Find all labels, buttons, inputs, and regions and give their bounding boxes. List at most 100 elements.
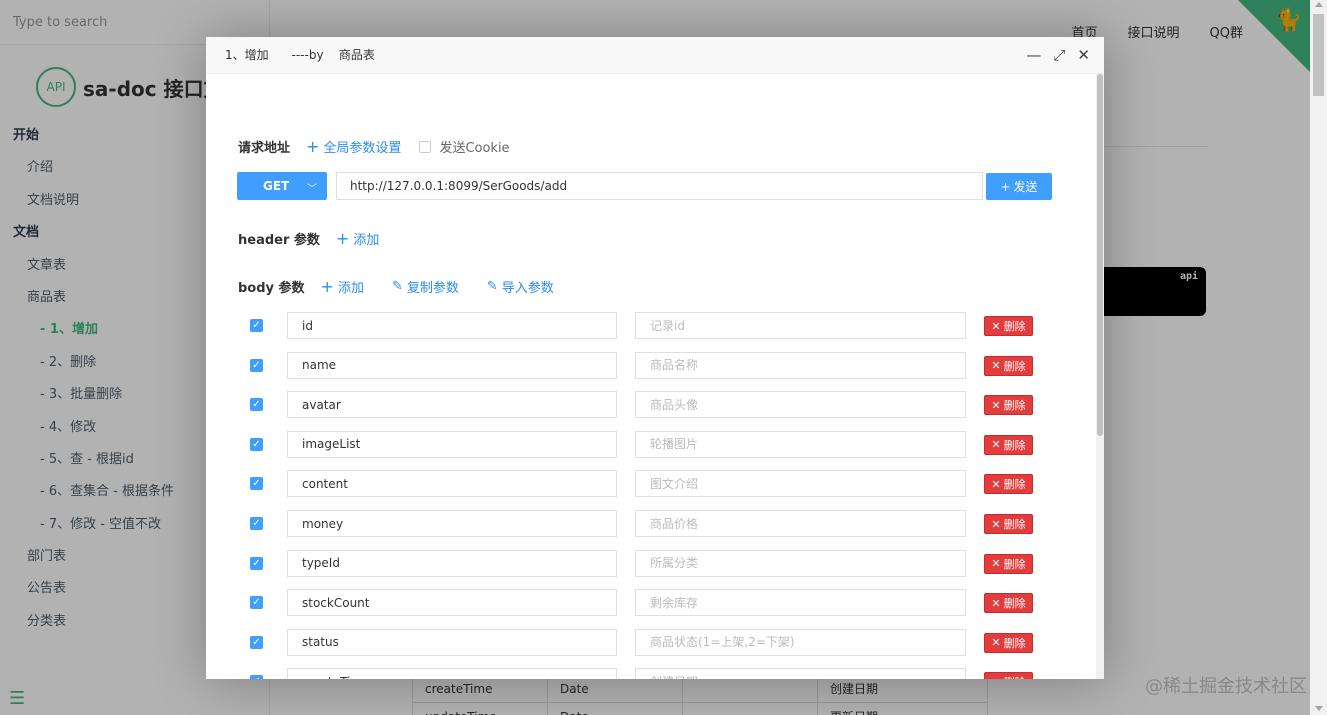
param-checkbox[interactable]: ✓ bbox=[250, 556, 263, 570]
delete-label: 删除 bbox=[1004, 674, 1026, 679]
method-label: GET bbox=[263, 179, 290, 193]
param-name-input[interactable] bbox=[287, 549, 617, 577]
param-row: ✓ ✕删除 bbox=[206, 510, 1096, 538]
param-name-input[interactable] bbox=[287, 668, 617, 679]
param-checkbox[interactable]: ✓ bbox=[250, 517, 263, 530]
delete-label: 删除 bbox=[1003, 478, 1026, 492]
param-row: ✓ ✕删除 bbox=[206, 430, 1096, 459]
global-params-link[interactable]: + 全局参数设置 bbox=[306, 137, 401, 156]
global-params-label: 全局参数设置 bbox=[323, 141, 402, 156]
chevron-down-icon: ﹀ bbox=[307, 184, 317, 195]
copy-params-link[interactable]: ✎ 复制参数 bbox=[392, 277, 459, 296]
param-value-input[interactable] bbox=[635, 430, 966, 458]
plus-icon: + bbox=[1000, 179, 1011, 194]
param-name-input[interactable] bbox=[287, 628, 617, 656]
close-icon: ✕ bbox=[991, 636, 1001, 650]
minimize-icon[interactable]: — bbox=[1026, 47, 1041, 63]
edit-icon: ✎ bbox=[391, 279, 403, 294]
close-icon: ✕ bbox=[991, 319, 1001, 333]
import-params-label: 导入参数 bbox=[501, 281, 554, 296]
param-name-input[interactable] bbox=[287, 312, 617, 339]
watermark: @稀土掘金技术社区 bbox=[1145, 676, 1307, 697]
param-row: ✓ ✕删除 bbox=[206, 549, 1096, 578]
delete-button[interactable]: ✕删除 bbox=[984, 316, 1033, 336]
send-label: 发送 bbox=[1013, 180, 1038, 194]
body-add-label: 添加 bbox=[337, 281, 364, 296]
body-params-row: body 参数 + 添加 ✎ 复制参数 ✎ 导入参数 bbox=[238, 277, 554, 296]
param-row: ✓ ✕删除 bbox=[206, 668, 1096, 679]
copy-params-label: 复制参数 bbox=[406, 281, 459, 296]
delete-button[interactable]: ✕删除 bbox=[984, 474, 1033, 495]
header-add-label: 添加 bbox=[353, 233, 380, 248]
modal-scroll-thumb[interactable] bbox=[1097, 74, 1103, 436]
scroll-up-icon[interactable] bbox=[1315, 2, 1323, 7]
close-icon[interactable]: ✕ bbox=[1077, 47, 1090, 63]
delete-button[interactable]: ✕删除 bbox=[984, 514, 1033, 534]
delete-label: 删除 bbox=[1003, 359, 1026, 373]
param-value-input[interactable] bbox=[635, 510, 966, 537]
close-icon: ✕ bbox=[991, 398, 1001, 412]
maximize-icon[interactable]: ⤢ bbox=[1053, 47, 1065, 63]
param-value-input[interactable] bbox=[635, 549, 966, 577]
param-name-input[interactable] bbox=[287, 510, 617, 537]
close-icon: ✕ bbox=[991, 477, 1001, 491]
import-params-link[interactable]: ✎ 导入参数 bbox=[487, 277, 554, 296]
param-name-input[interactable] bbox=[287, 470, 617, 498]
param-row: ✓ ✕删除 bbox=[206, 470, 1096, 498]
param-value-input[interactable] bbox=[635, 312, 966, 339]
param-checkbox[interactable]: ✓ bbox=[250, 358, 263, 372]
delete-button[interactable]: ✕删除 bbox=[984, 553, 1033, 574]
param-checkbox[interactable]: ✓ bbox=[250, 398, 263, 412]
delete-button[interactable]: ✕删除 bbox=[984, 355, 1033, 376]
param-name-input[interactable] bbox=[287, 430, 617, 458]
param-value-input[interactable] bbox=[635, 470, 966, 498]
param-value-input[interactable] bbox=[635, 628, 966, 656]
window-controls: — ⤢ ✕ bbox=[1026, 47, 1090, 63]
body-params-label: body 参数 bbox=[238, 281, 305, 296]
send-button[interactable]: + 发送 bbox=[986, 173, 1052, 200]
header-params-label: header 参数 bbox=[238, 233, 320, 248]
close-icon: ✕ bbox=[991, 557, 1001, 571]
scroll-down-icon[interactable] bbox=[1315, 706, 1323, 711]
modal-body: 请求地址 + 全局参数设置 发送Cookie GET ﹀ + 发送 header… bbox=[206, 74, 1096, 679]
url-input[interactable] bbox=[336, 172, 983, 200]
param-name-input[interactable] bbox=[287, 589, 617, 617]
delete-button[interactable]: ✕删除 bbox=[984, 395, 1033, 416]
delete-label: 删除 bbox=[1003, 438, 1026, 452]
param-value-input[interactable] bbox=[635, 589, 966, 617]
header-add-link[interactable]: + 添加 bbox=[336, 229, 379, 248]
send-cookie-label: 发送Cookie bbox=[439, 141, 510, 156]
param-checkbox[interactable]: ✓ bbox=[250, 596, 263, 610]
param-checkbox[interactable]: ✓ bbox=[250, 635, 263, 649]
close-icon: ✕ bbox=[991, 517, 1001, 531]
request-modal: 1、增加 ----by 商品表 — ⤢ ✕ 请求地址 + 全局参数设置 发送Co… bbox=[206, 37, 1104, 679]
param-checkbox[interactable]: ✓ bbox=[250, 437, 263, 451]
param-row: ✓ ✕删除 bbox=[206, 628, 1096, 657]
param-value-input[interactable] bbox=[635, 391, 966, 419]
delete-label: 删除 bbox=[1003, 557, 1026, 571]
param-row: ✓ ✕删除 bbox=[206, 312, 1096, 340]
param-name-input[interactable] bbox=[287, 351, 617, 379]
param-checkbox[interactable]: ✓ bbox=[250, 675, 263, 679]
scroll-thumb[interactable] bbox=[1313, 14, 1324, 96]
close-icon: ✕ bbox=[991, 438, 1001, 452]
delete-label: 删除 bbox=[1003, 518, 1026, 531]
modal-scrollbar[interactable] bbox=[1096, 74, 1104, 679]
page-scrollbar[interactable] bbox=[1310, 0, 1327, 715]
param-value-input[interactable] bbox=[635, 668, 966, 679]
body-add-link[interactable]: + 添加 bbox=[321, 277, 364, 296]
method-select[interactable]: GET ﹀ bbox=[237, 172, 327, 200]
param-value-input[interactable] bbox=[635, 351, 966, 379]
delete-button[interactable]: ✕删除 bbox=[984, 593, 1033, 614]
delete-label: 删除 bbox=[1003, 597, 1026, 611]
param-row: ✓ ✕删除 bbox=[206, 589, 1096, 617]
param-name-input[interactable] bbox=[287, 391, 617, 419]
delete-button[interactable]: ✕删除 bbox=[984, 672, 1033, 679]
send-cookie-checkbox[interactable] bbox=[419, 140, 432, 153]
delete-button[interactable]: ✕删除 bbox=[984, 434, 1033, 455]
header-params-row: header 参数 + 添加 bbox=[238, 229, 379, 248]
param-checkbox[interactable]: ✓ bbox=[250, 319, 263, 332]
param-checkbox[interactable]: ✓ bbox=[250, 477, 263, 491]
plus-icon: + bbox=[306, 137, 320, 156]
delete-button[interactable]: ✕删除 bbox=[984, 632, 1033, 653]
